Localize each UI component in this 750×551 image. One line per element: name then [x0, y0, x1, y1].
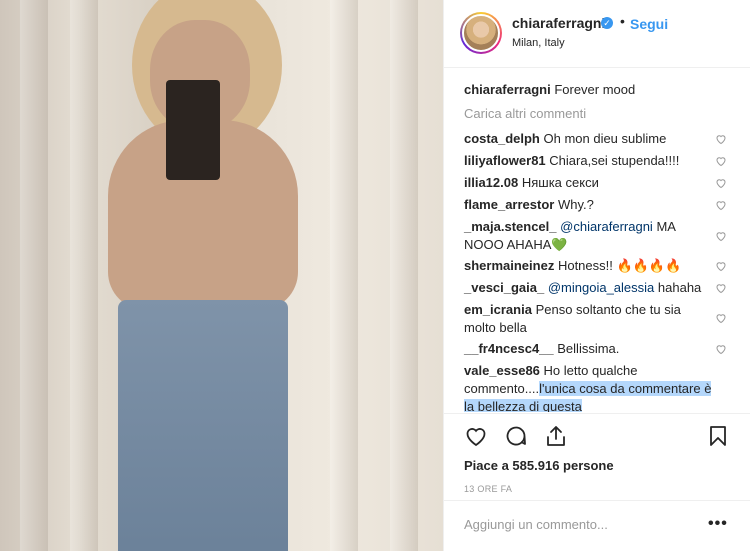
comment-text: Няшка секси — [521, 175, 599, 190]
comment-username[interactable]: shermaineinez — [464, 258, 554, 273]
bookmark-icon[interactable] — [706, 424, 730, 448]
separator-dot: • — [620, 13, 625, 29]
post-photo[interactable] — [0, 0, 443, 551]
comment-username[interactable]: _vesci_gaia_ — [464, 280, 544, 295]
curtain-fold — [330, 0, 358, 551]
phone — [166, 80, 220, 180]
caption-username[interactable]: chiaraferragni — [464, 82, 551, 97]
comment-like-heart-icon[interactable] — [715, 260, 727, 272]
curtain-fold — [390, 0, 418, 551]
comment-item: _maja.stencel_ @chiaraferragni MA NOOO A… — [464, 218, 714, 254]
comment-item: vale_esse86 Ho letto qualche commento...… — [464, 362, 714, 412]
comment-item: _vesci_gaia_ @mingoia_alessia hahaha — [464, 279, 714, 297]
comment-username[interactable]: flame_arrestor — [464, 197, 554, 212]
comment-item: __fr4ncesc4__ Bellissima. — [464, 340, 714, 358]
add-comment-bar: ••• — [444, 500, 750, 551]
jeans — [118, 300, 288, 551]
comment-username[interactable]: illia12.08 — [464, 175, 518, 190]
likes-count[interactable]: Piace a 585.916 persone — [464, 458, 614, 473]
share-icon[interactable] — [544, 424, 568, 448]
curtain-fold — [20, 0, 48, 551]
comment-text: Oh mon dieu sublime — [543, 131, 667, 146]
post-sidebar: chiaraferragni ✓ • Segui Milan, Italy ch… — [444, 0, 750, 551]
comment-like-heart-icon[interactable] — [715, 282, 727, 294]
header-username[interactable]: chiaraferragni — [512, 15, 605, 31]
post-header: chiaraferragni ✓ • Segui Milan, Italy — [444, 0, 750, 68]
comment-mention[interactable]: @mingoia_alessia — [548, 280, 654, 295]
comment-item: flame_arrestor Why.? — [464, 196, 714, 214]
comment-like-heart-icon[interactable] — [715, 230, 727, 242]
avatar-image — [462, 14, 500, 52]
comment-like-heart-icon[interactable] — [715, 155, 727, 167]
comment-username[interactable]: em_icrania — [464, 302, 532, 317]
comment-item: em_icrania Penso soltanto che tu sia mol… — [464, 301, 714, 337]
comment-like-heart-icon[interactable] — [715, 199, 727, 211]
comment-item: costa_delph Oh mon dieu sublime — [464, 130, 714, 148]
comment-text: hahaha — [657, 280, 702, 295]
comment-item: illia12.08 Няшка секси — [464, 174, 714, 192]
more-options-button[interactable]: ••• — [708, 515, 728, 533]
load-more-comments-button[interactable]: Carica altri commenti — [464, 106, 586, 121]
like-heart-icon[interactable] — [464, 424, 488, 448]
location-link[interactable]: Milan, Italy — [512, 37, 565, 49]
add-comment-input[interactable] — [464, 517, 704, 532]
comment-icon[interactable] — [504, 424, 528, 448]
comment-username[interactable]: __fr4ncesc4__ — [464, 341, 554, 356]
caption-text: Forever mood — [554, 82, 636, 97]
comment-item: liliyaflower81 Chiara,sei stupenda!!!! — [464, 152, 714, 170]
comment-like-heart-icon[interactable] — [715, 343, 727, 355]
avatar[interactable] — [460, 12, 502, 54]
comment-username[interactable]: costa_delph — [464, 131, 540, 146]
post-container: chiaraferragni ✓ • Segui Milan, Italy ch… — [0, 0, 750, 551]
comment-username[interactable]: _maja.stencel_ — [464, 219, 557, 234]
verified-badge-icon: ✓ — [601, 17, 613, 29]
comment-like-heart-icon[interactable] — [715, 133, 727, 145]
post-timestamp[interactable]: 13 ORE FA — [464, 484, 512, 494]
comments-list[interactable]: chiaraferragni Forever mood Carica altri… — [444, 78, 750, 412]
comment-mention[interactable]: @chiaraferragni — [560, 219, 653, 234]
follow-button[interactable]: Segui — [630, 16, 668, 32]
comment-like-heart-icon[interactable] — [715, 177, 727, 189]
comment-item: shermaineinez Hotness!! 🔥🔥🔥🔥 — [464, 257, 714, 275]
comment-text: Chiara,sei stupenda!!!! — [549, 153, 680, 168]
comment-username[interactable]: vale_esse86 — [464, 363, 540, 378]
comment-username[interactable]: liliyaflower81 — [464, 153, 546, 168]
comment-like-heart-icon[interactable] — [715, 312, 727, 324]
comment-text: Why.? — [557, 197, 594, 212]
comment-text: Bellissima. — [557, 341, 620, 356]
caption: chiaraferragni Forever mood — [464, 82, 635, 97]
curtain-fold — [70, 0, 98, 551]
comment-text: Hotness!! 🔥🔥🔥🔥 — [557, 258, 682, 273]
